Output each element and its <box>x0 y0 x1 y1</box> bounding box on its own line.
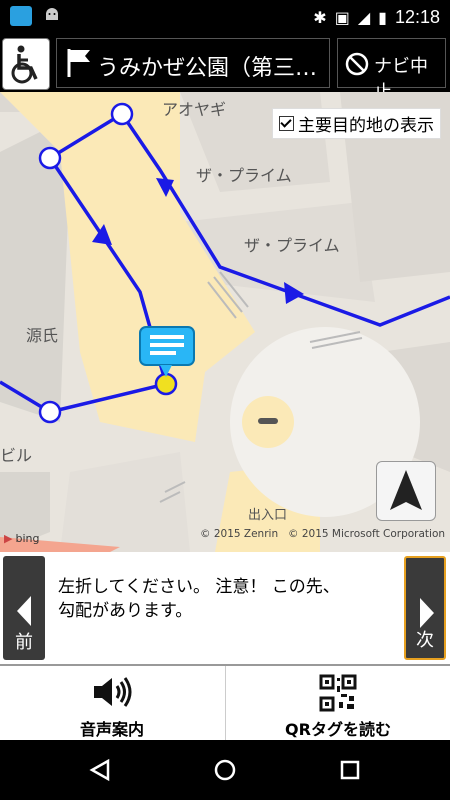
compass-button[interactable] <box>376 461 436 521</box>
status-bar: ✱ ▣ ◢ ▮ 12:18 <box>0 0 450 34</box>
waypoint-marker <box>38 146 62 170</box>
map-copyright: © 2015 Zenrin <box>200 528 279 540</box>
stop-navigation-button[interactable]: ナビ中止 <box>337 38 446 103</box>
map-view[interactable]: 主要目的地の表示 アオヤギ ザ・プライム ザ・プライム 源氏 ビル 出入口 ▶ b… <box>0 92 450 552</box>
app-notification-icon <box>10 6 32 26</box>
guidance-panel: 前 左折してください。 注意！ この先、 勾配があります。 次 <box>0 552 450 664</box>
north-arrow-icon <box>390 470 422 510</box>
waypoint-marker <box>38 400 62 424</box>
qr-code-icon <box>319 674 357 712</box>
battery-icon: ▮ <box>378 8 387 27</box>
back-icon[interactable] <box>88 758 112 782</box>
header-bar: うみかぜ公園（第三… ナビ中止 <box>0 34 450 103</box>
next-label: 次 <box>416 630 434 651</box>
speaker-icon <box>94 677 132 707</box>
next-instruction-button[interactable]: 次 <box>404 556 446 660</box>
android-icon <box>46 8 58 20</box>
action-bar: 音声案内 QRタグを読む <box>0 664 450 742</box>
waypoint-marker <box>110 102 134 126</box>
clock: 12:18 <box>394 7 440 27</box>
map-label: アオヤギ <box>162 100 227 119</box>
map-label: ザ・プライム <box>196 166 292 185</box>
system-navigation-bar <box>0 740 450 800</box>
map-label: 源氏 <box>26 326 59 345</box>
destination-title: うみかぜ公園（第三… <box>56 38 330 88</box>
scan-qr-label: QRタグを読む <box>285 720 391 739</box>
destination-name: うみかぜ公園（第三… <box>97 56 318 81</box>
wheelchair-mode-button[interactable] <box>2 38 50 90</box>
map-label: ビル <box>0 446 33 465</box>
bing-logo: ▶ bing <box>4 532 40 545</box>
previous-instruction-button[interactable]: 前 <box>3 556 45 660</box>
home-icon[interactable] <box>213 758 237 782</box>
voice-guidance-label: 音声案内 <box>79 720 144 739</box>
map-copyright: © 2015 Microsoft Corporation <box>288 528 446 540</box>
recents-icon[interactable] <box>338 758 362 782</box>
map-label: 出入口 <box>248 508 288 523</box>
flag-icon <box>67 49 90 77</box>
signal-icon: ◢ <box>357 8 371 27</box>
checkbox[interactable] <box>279 116 294 131</box>
prohibited-icon <box>345 52 369 76</box>
map-label: ザ・プライム <box>244 236 340 255</box>
bluetooth-icon: ✱ <box>313 8 327 27</box>
wheelchair-icon <box>11 45 38 84</box>
voice-guidance-button[interactable]: 音声案内 <box>0 666 224 742</box>
checkbox-label: 主要目的地の表示 <box>298 116 434 136</box>
show-major-destinations-toggle[interactable]: 主要目的地の表示 <box>272 108 441 139</box>
previous-label: 前 <box>15 632 33 653</box>
guidance-instruction: 左折してください。 注意！ この先、 勾配があります。 <box>58 577 340 621</box>
scan-qr-button[interactable]: QRタグを読む <box>225 666 450 742</box>
no-sim-icon: ▣ <box>334 8 350 27</box>
